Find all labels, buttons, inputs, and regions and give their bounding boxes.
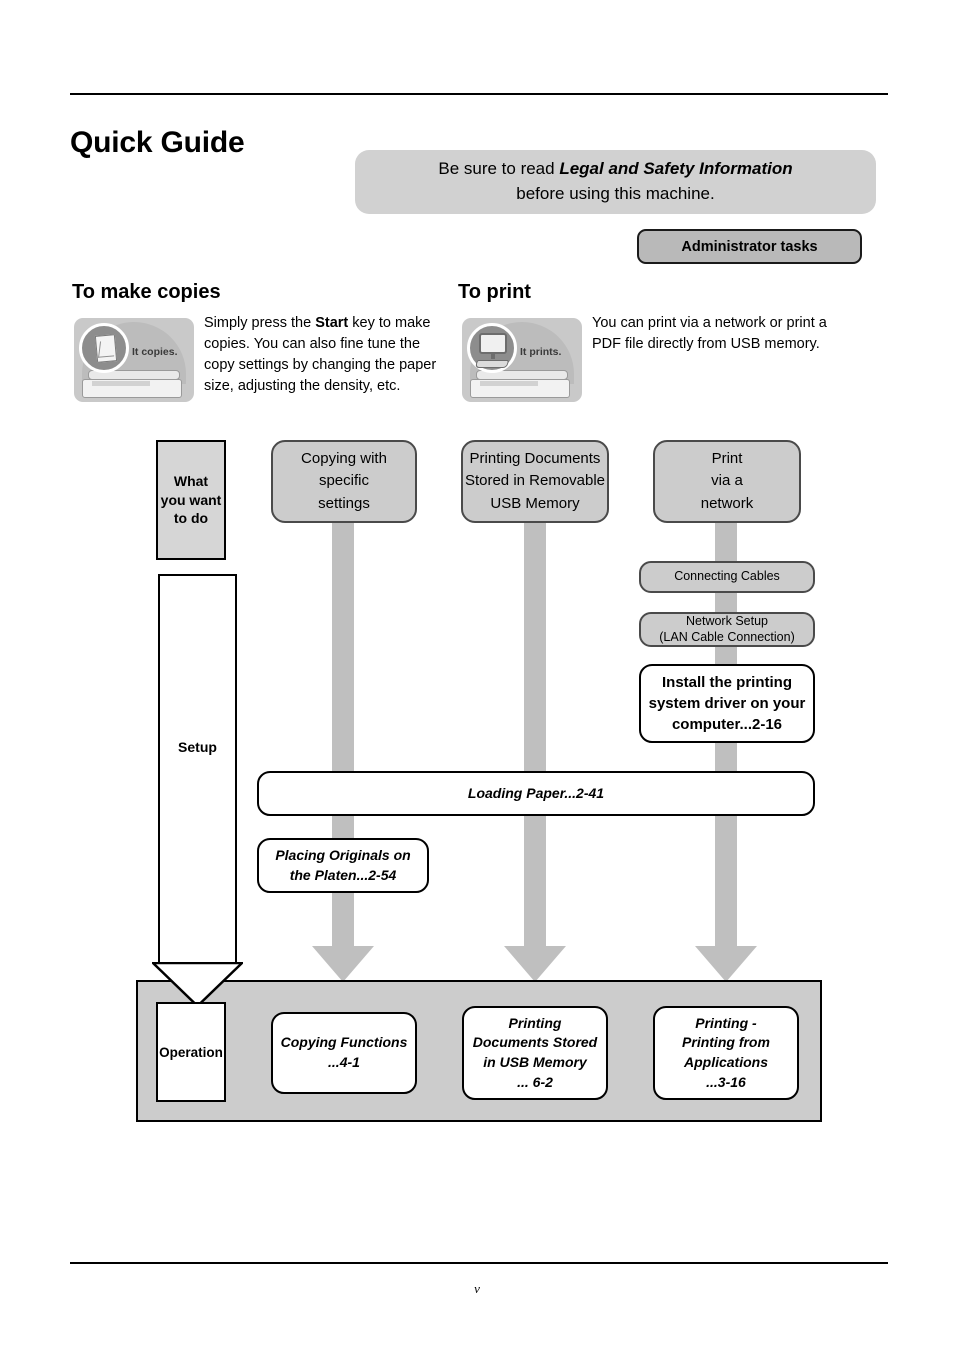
text-line: What <box>173 472 209 489</box>
text-line: Copying with <box>301 449 387 467</box>
setup-arrow-shaft <box>158 574 237 964</box>
text-line: settings <box>318 494 370 512</box>
text-line: ...4-1 <box>328 1054 360 1070</box>
text-line: Printing Documents <box>469 449 601 467</box>
operation-node-printing-documents-usb[interactable]: Printing Documents Stored in USB Memory...… <box>462 1006 608 1100</box>
network-step-1-lines: Network Setup (LAN Cable Connection) <box>659 614 795 645</box>
text-line: in USB Memory <box>483 1054 587 1070</box>
text-line: computer...2-16 <box>671 716 783 733</box>
text-line: Printing - <box>695 1014 757 1031</box>
workflow-diagram: What you want to do Setup Operation Copyin… <box>0 0 954 1350</box>
placing-originals-lines: Placing Originals on the Platen...2-54 <box>275 846 410 885</box>
text-line: Placing Originals on <box>275 846 411 863</box>
text-line: to do <box>173 510 209 527</box>
choice-0-lines: Copying with specific settings <box>301 448 387 516</box>
lane-operation-label: Operation <box>159 1044 223 1060</box>
flow-stem-copying <box>332 520 354 960</box>
text-line: (LAN Cable Connection) <box>659 629 795 644</box>
step-node-loading-paper[interactable]: Loading Paper...2-41 <box>257 771 815 816</box>
text-line: Loading Paper...2-41 <box>467 784 605 801</box>
text-line: ... 6-2 <box>517 1073 553 1090</box>
choice-2-lines: Print via a network <box>701 448 754 516</box>
install-driver-lines: Install the printing system driver on you… <box>649 672 806 735</box>
choice-node-copying-with-specific-settings[interactable]: Copying with specific settings <box>271 440 417 523</box>
text-line: network <box>700 494 754 512</box>
operation-1-lines: Printing Documents Stored in USB Memory...… <box>473 1014 597 1092</box>
flow-stem-usb <box>524 520 546 960</box>
step-node-placing-originals[interactable]: Placing Originals on the Platen...2-54 <box>257 838 429 893</box>
flow-arrowhead-network <box>695 946 757 982</box>
network-step-0-lines: Connecting Cables <box>674 569 780 585</box>
text-line: Network Setup <box>686 613 768 628</box>
text-line: the Platen...2-54 <box>289 866 397 883</box>
choice-node-printing-documents-usb[interactable]: Printing Documents Stored in Removable USB… <box>461 440 609 523</box>
choice-node-print-via-network[interactable]: Print via a network <box>653 440 801 523</box>
operation-node-copying-functions[interactable]: Copying Functions ...4-1 <box>271 1012 417 1094</box>
text-line: Copying Functions <box>280 1034 408 1051</box>
flow-arrowhead-usb <box>504 946 566 982</box>
flow-arrowhead-copying <box>312 946 374 982</box>
text-line: Applications <box>683 1054 768 1070</box>
text-line: USB Memory <box>490 494 580 512</box>
operation-2-lines: Printing - Printing from Applications ...3-… <box>682 1014 770 1092</box>
text-line: via a <box>711 472 743 490</box>
lane-want-lines: What you want to do <box>161 472 222 529</box>
text-line: Print <box>711 449 743 467</box>
step-node-connecting-cables[interactable]: Connecting Cables <box>639 561 815 593</box>
text-line: Stored in Removable <box>464 472 606 490</box>
operation-0-lines: Copying Functions ...4-1 <box>281 1033 408 1072</box>
step-node-network-setup[interactable]: Network Setup (LAN Cable Connection) <box>639 612 815 647</box>
text-line: specific <box>318 472 369 490</box>
text-line: you want <box>160 491 222 508</box>
text-line: ...3-16 <box>706 1073 746 1090</box>
lane-setup-label: Setup <box>178 739 217 755</box>
loading-paper-lines: Loading Paper...2-41 <box>468 784 604 804</box>
text-line: Printing <box>508 1014 562 1031</box>
text-line: system driver on your <box>648 695 806 712</box>
lane-label-what-you-want-to-do: What you want to do <box>156 440 226 560</box>
step-node-install-printing-system-driver[interactable]: Install the printing system driver on you… <box>639 664 815 743</box>
lane-label-operation: Operation <box>156 1002 226 1102</box>
text-line: Connecting Cables <box>674 569 780 584</box>
operation-node-printing-from-applications[interactable]: Printing - Printing from Applications ...3-… <box>653 1006 799 1100</box>
text-line: Documents Stored <box>472 1034 598 1051</box>
choice-1-lines: Printing Documents Stored in Removable USB… <box>465 448 605 516</box>
text-line: Printing from <box>682 1034 770 1051</box>
text-line: Install the printing <box>661 674 792 691</box>
